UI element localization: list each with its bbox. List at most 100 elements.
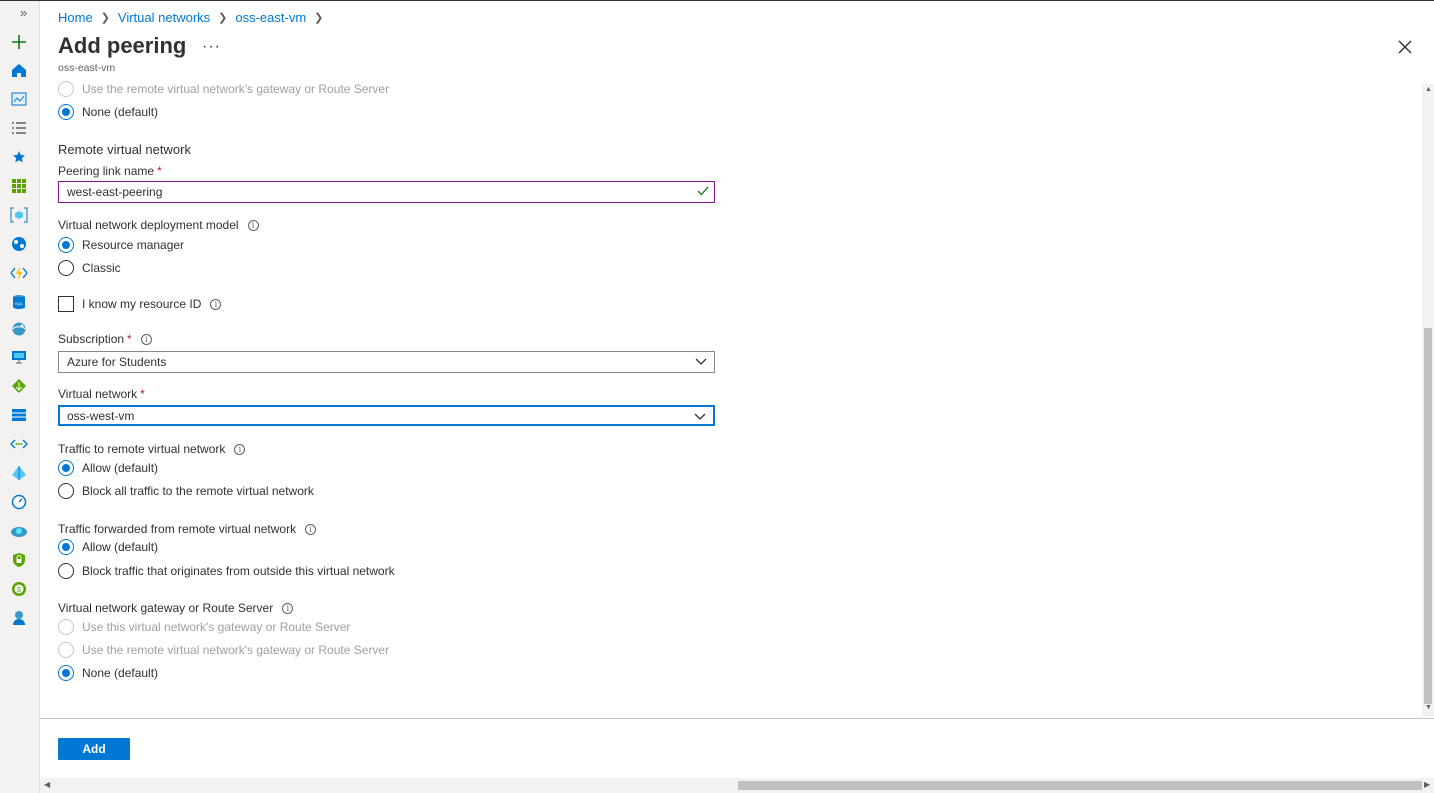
function-app-icon[interactable] bbox=[8, 262, 30, 284]
field-label-text: Traffic to remote virtual network bbox=[58, 442, 226, 456]
breadcrumb-virtual-networks-link[interactable]: Virtual networks bbox=[118, 10, 210, 25]
radio-button[interactable] bbox=[58, 665, 74, 681]
gateway-option-remote[interactable]: Use the remote virtual network's gateway… bbox=[58, 642, 389, 658]
field-label-text: Virtual network deployment model bbox=[58, 218, 239, 232]
deployment-model-label: Virtual network deployment model i bbox=[58, 218, 259, 232]
required-asterisk: * bbox=[140, 387, 145, 401]
gateway-option-none[interactable]: None (default) bbox=[58, 665, 158, 681]
scroll-left-arrow-icon[interactable]: ◀ bbox=[44, 780, 50, 789]
security-center-icon[interactable] bbox=[8, 549, 30, 571]
window-top-border bbox=[0, 0, 1434, 1]
radio-label: Allow (default) bbox=[82, 540, 159, 554]
storage-account-icon[interactable] bbox=[8, 404, 30, 426]
radio-button[interactable] bbox=[58, 619, 74, 635]
plus-icon[interactable] bbox=[8, 31, 30, 53]
close-icon[interactable] bbox=[1396, 38, 1414, 56]
radio-button[interactable] bbox=[58, 539, 74, 555]
all-resources-icon[interactable] bbox=[8, 175, 30, 197]
portal-sidebar: » SQL $ bbox=[0, 1, 40, 793]
chevron-right-icon: ❯ bbox=[314, 12, 324, 24]
dashboard-icon[interactable] bbox=[8, 88, 30, 110]
scroll-right-arrow-icon[interactable]: ▶ bbox=[1424, 780, 1430, 789]
chevron-right-icon: ❯ bbox=[100, 12, 110, 24]
local-gateway-option-none[interactable]: None (default) bbox=[58, 104, 158, 120]
know-resource-id-checkbox-row[interactable]: I know my resource ID i bbox=[58, 296, 222, 312]
horizontal-scrollbar[interactable]: ◀ ▶ bbox=[40, 778, 1434, 793]
resource-id-checkbox[interactable] bbox=[58, 296, 74, 312]
field-label-text: Subscription bbox=[58, 332, 125, 346]
radio-button[interactable] bbox=[58, 563, 74, 579]
scrollbar-thumb[interactable] bbox=[738, 781, 1422, 790]
info-icon[interactable]: i bbox=[234, 443, 246, 455]
scroll-down-arrow-icon[interactable]: ▼ bbox=[1425, 704, 1432, 711]
traffic-remote-label: Traffic to remote virtual network i bbox=[58, 442, 246, 456]
chevron-right-icon: ❯ bbox=[218, 12, 228, 24]
radio-button[interactable] bbox=[58, 81, 74, 97]
radio-label: None (default) bbox=[82, 105, 159, 119]
expand-menu-icon[interactable]: » bbox=[20, 5, 27, 20]
svg-text:$: $ bbox=[17, 587, 21, 594]
traffic-remote-option-allow[interactable]: Allow (default) bbox=[58, 460, 158, 476]
subscription-dropdown[interactable]: Azure for Students bbox=[58, 351, 715, 373]
load-balancer-icon[interactable] bbox=[8, 375, 30, 397]
all-services-icon[interactable] bbox=[8, 117, 30, 139]
radio-button[interactable] bbox=[58, 237, 74, 253]
info-icon[interactable]: i bbox=[282, 602, 294, 614]
traffic-remote-option-block[interactable]: Block all traffic to the remote virtual … bbox=[58, 483, 314, 499]
radio-label: Allow (default) bbox=[82, 461, 159, 475]
info-icon[interactable]: i bbox=[140, 333, 152, 345]
required-asterisk: * bbox=[157, 164, 162, 178]
azure-ad-icon[interactable] bbox=[8, 462, 30, 484]
radio-button[interactable] bbox=[58, 483, 74, 499]
monitor-icon[interactable] bbox=[8, 491, 30, 513]
virtual-network-icon[interactable] bbox=[8, 433, 30, 455]
chevron-down-icon bbox=[695, 358, 707, 365]
radio-label: Block all traffic to the remote virtual … bbox=[82, 484, 314, 498]
info-icon[interactable]: i bbox=[247, 219, 259, 231]
radio-button[interactable] bbox=[58, 260, 74, 276]
traffic-forwarded-option-allow[interactable]: Allow (default) bbox=[58, 539, 158, 555]
cost-management-icon[interactable]: $ bbox=[8, 578, 30, 600]
more-options-button[interactable]: ··· bbox=[202, 38, 221, 56]
radio-label: Use the remote virtual network's gateway… bbox=[82, 643, 390, 657]
radio-button[interactable] bbox=[58, 104, 74, 120]
cosmos-db-icon[interactable] bbox=[8, 318, 30, 340]
deployment-option-classic[interactable]: Classic bbox=[58, 260, 121, 276]
chevron-down-icon bbox=[694, 413, 706, 420]
subscription-label: Subscription * i bbox=[58, 332, 152, 346]
deployment-option-resource-manager[interactable]: Resource manager bbox=[58, 237, 184, 253]
help-support-icon[interactable] bbox=[8, 607, 30, 629]
scroll-up-arrow-icon[interactable]: ▲ bbox=[1425, 86, 1432, 93]
scrollbar-thumb[interactable] bbox=[1424, 328, 1432, 704]
info-icon[interactable]: i bbox=[210, 298, 222, 310]
local-gateway-option-remote[interactable]: Use the remote virtual network's gateway… bbox=[58, 81, 389, 97]
resource-groups-icon[interactable] bbox=[8, 204, 30, 226]
breadcrumb-vnet-link[interactable]: oss-east-vm bbox=[235, 10, 306, 25]
radio-label: Resource manager bbox=[82, 238, 185, 252]
radio-button[interactable] bbox=[58, 642, 74, 658]
peering-link-name-input[interactable]: west-east-peering bbox=[58, 181, 715, 203]
vertical-scrollbar[interactable]: ▲ ▼ bbox=[1422, 84, 1434, 716]
gateway-option-this[interactable]: Use this virtual network's gateway or Ro… bbox=[58, 619, 350, 635]
virtual-network-label: Virtual network * bbox=[58, 387, 145, 401]
radio-label: Classic bbox=[82, 261, 121, 275]
add-button[interactable]: Add bbox=[58, 738, 130, 760]
virtual-machine-icon[interactable] bbox=[8, 346, 30, 368]
svg-text:SQL: SQL bbox=[15, 301, 24, 306]
gateway-label: Virtual network gateway or Route Server i bbox=[58, 601, 294, 615]
page-subtitle: oss-east-vm bbox=[58, 62, 116, 74]
radio-button[interactable] bbox=[58, 460, 74, 476]
traffic-forwarded-label: Traffic forwarded from remote virtual ne… bbox=[58, 522, 317, 536]
traffic-forwarded-option-block[interactable]: Block traffic that originates from outsi… bbox=[58, 563, 395, 579]
favorites-star-icon[interactable] bbox=[8, 146, 30, 168]
virtual-network-dropdown[interactable]: oss-west-vm bbox=[58, 405, 715, 426]
advisor-icon[interactable] bbox=[8, 520, 30, 542]
radio-label: Block traffic that originates from outsi… bbox=[82, 564, 395, 578]
home-icon[interactable] bbox=[8, 59, 30, 81]
breadcrumb: Home ❯ Virtual networks ❯ oss-east-vm ❯ bbox=[58, 10, 331, 25]
sql-database-icon[interactable]: SQL bbox=[8, 291, 30, 313]
info-icon[interactable]: i bbox=[305, 523, 317, 535]
radio-label: Use the remote virtual network's gateway… bbox=[82, 82, 390, 96]
breadcrumb-home-link[interactable]: Home bbox=[58, 10, 93, 25]
app-services-icon[interactable] bbox=[8, 233, 30, 255]
